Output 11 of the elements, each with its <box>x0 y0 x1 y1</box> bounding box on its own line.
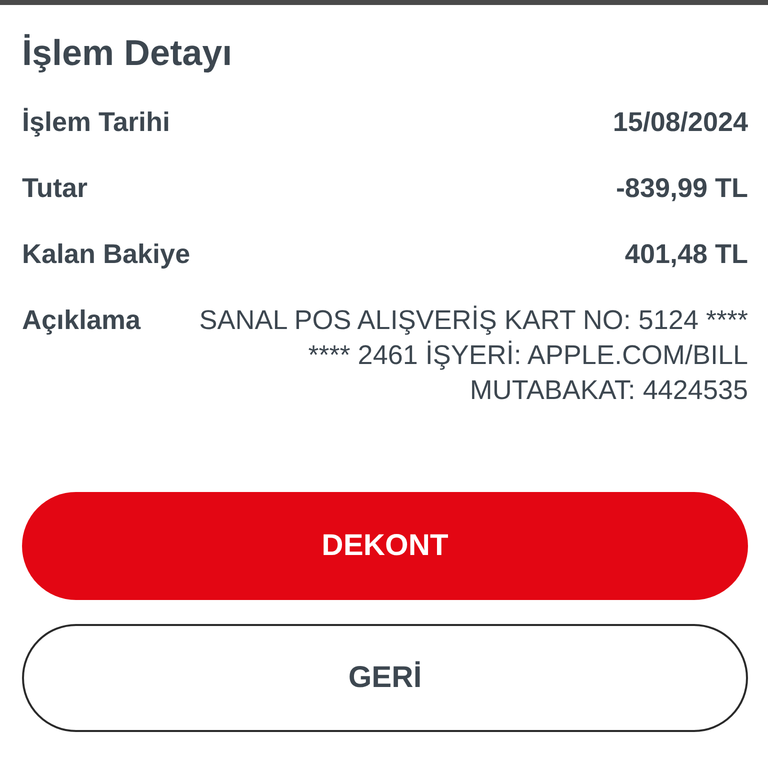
back-button[interactable]: GERİ <box>22 624 748 732</box>
detail-label: Tutar <box>22 172 88 205</box>
detail-label: Kalan Bakiye <box>22 238 190 271</box>
detail-value: 401,48 TL <box>624 238 748 271</box>
detail-value: -839,99 TL <box>616 172 748 205</box>
detail-value: SANAL POS ALIŞVERİŞ KART NO: 5124 **** **** 2461 İŞYERİ: APPLE.COM/BILL MUTABAKAT: 4424535 <box>198 304 748 407</box>
detail-label: Açıklama <box>22 304 141 337</box>
receipt-button[interactable]: DEKONT <box>22 492 748 600</box>
page-title: İşlem Detayı <box>22 31 234 75</box>
detail-label: İşlem Tarihi <box>22 106 170 139</box>
detail-value: 15/08/2024 <box>612 106 748 139</box>
